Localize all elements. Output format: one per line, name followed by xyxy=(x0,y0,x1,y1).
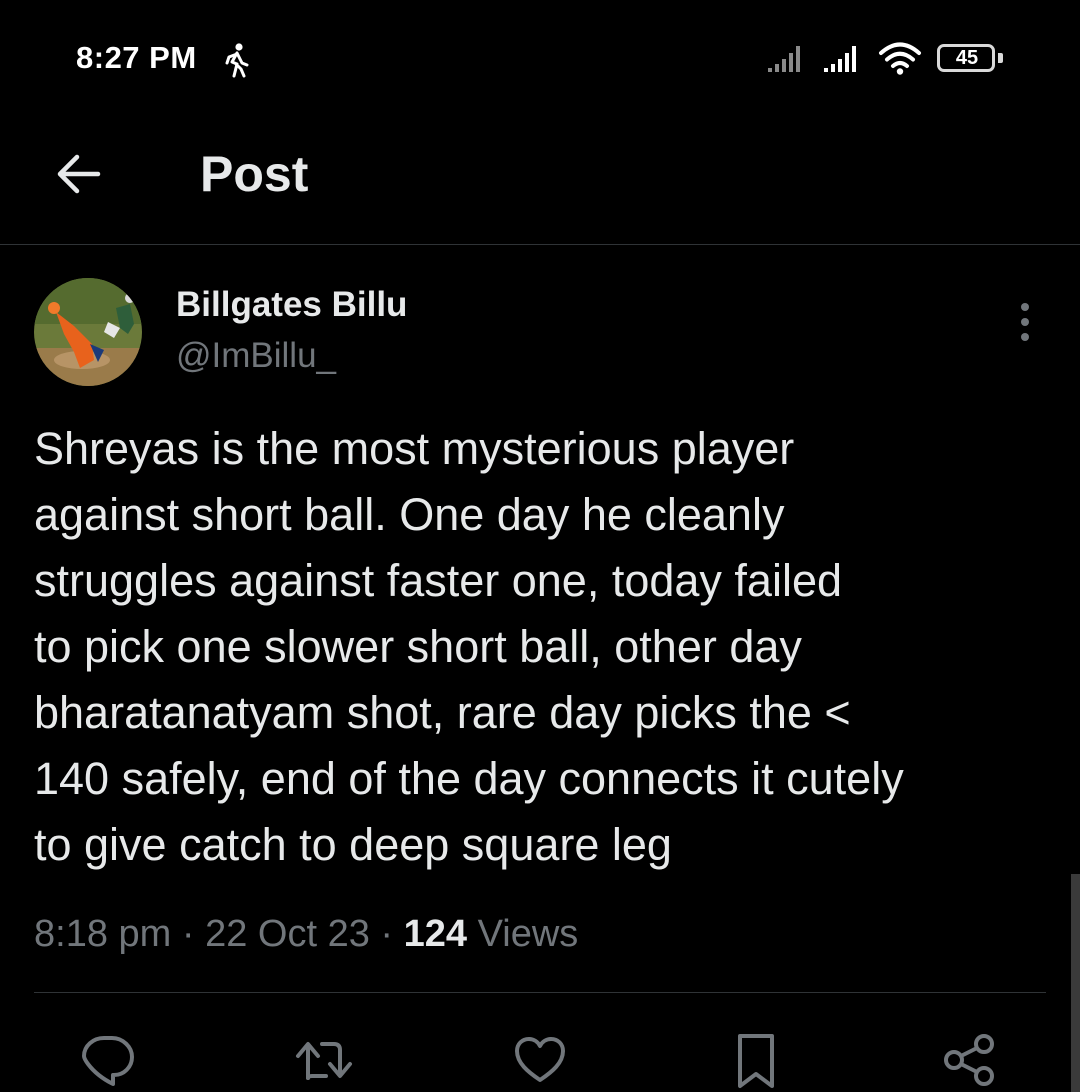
avatar-image xyxy=(34,278,142,386)
bookmark-icon xyxy=(738,1034,774,1088)
back-button[interactable] xyxy=(44,140,112,208)
author-name[interactable]: Billgates Billu xyxy=(176,285,407,325)
like-button[interactable] xyxy=(510,1030,570,1090)
signal-icon xyxy=(824,46,856,72)
walk-icon xyxy=(225,43,249,78)
author-handle[interactable]: @ImBillu_ xyxy=(176,336,336,376)
scrollbar[interactable] xyxy=(1071,874,1080,1092)
views-count[interactable]: 124 xyxy=(404,913,467,955)
post-screen: 8:27 PM 45 Post Billgates Billu @ImBillu… xyxy=(0,0,1080,1092)
arrow-left-icon xyxy=(57,154,101,194)
divider xyxy=(34,992,1046,993)
meta-separator: · xyxy=(380,913,394,955)
retweet-button[interactable] xyxy=(294,1030,354,1090)
reply-button[interactable] xyxy=(78,1030,138,1090)
views-label[interactable]: Views xyxy=(478,913,579,955)
meta-separator: · xyxy=(181,913,195,955)
signal-icon xyxy=(768,46,800,72)
top-app-bar: Post xyxy=(0,120,1080,245)
post-time: 8:18 pm xyxy=(34,913,172,955)
post-meta: 8:18 pm · 22 Oct 23 · 124 Views xyxy=(34,910,578,958)
status-time: 8:27 PM xyxy=(76,40,197,75)
battery-cap xyxy=(998,53,1003,63)
wifi-icon xyxy=(879,42,921,75)
status-bar: 8:27 PM 45 xyxy=(0,0,1080,120)
more-options-button[interactable] xyxy=(1006,300,1044,344)
share-button[interactable] xyxy=(940,1030,1000,1090)
battery-level: 45 xyxy=(955,47,979,69)
share-icon xyxy=(944,1034,994,1086)
post-text: Shreyas is the most mysterious player ag… xyxy=(34,423,904,870)
avatar[interactable] xyxy=(34,278,142,386)
bookmark-button[interactable] xyxy=(726,1030,786,1090)
retweet-icon xyxy=(296,1042,352,1080)
page-title: Post xyxy=(200,146,309,202)
post-date: 22 Oct 23 xyxy=(205,913,370,955)
reply-icon xyxy=(82,1036,134,1086)
like-icon xyxy=(515,1037,565,1082)
more-vertical-icon xyxy=(1021,303,1029,341)
